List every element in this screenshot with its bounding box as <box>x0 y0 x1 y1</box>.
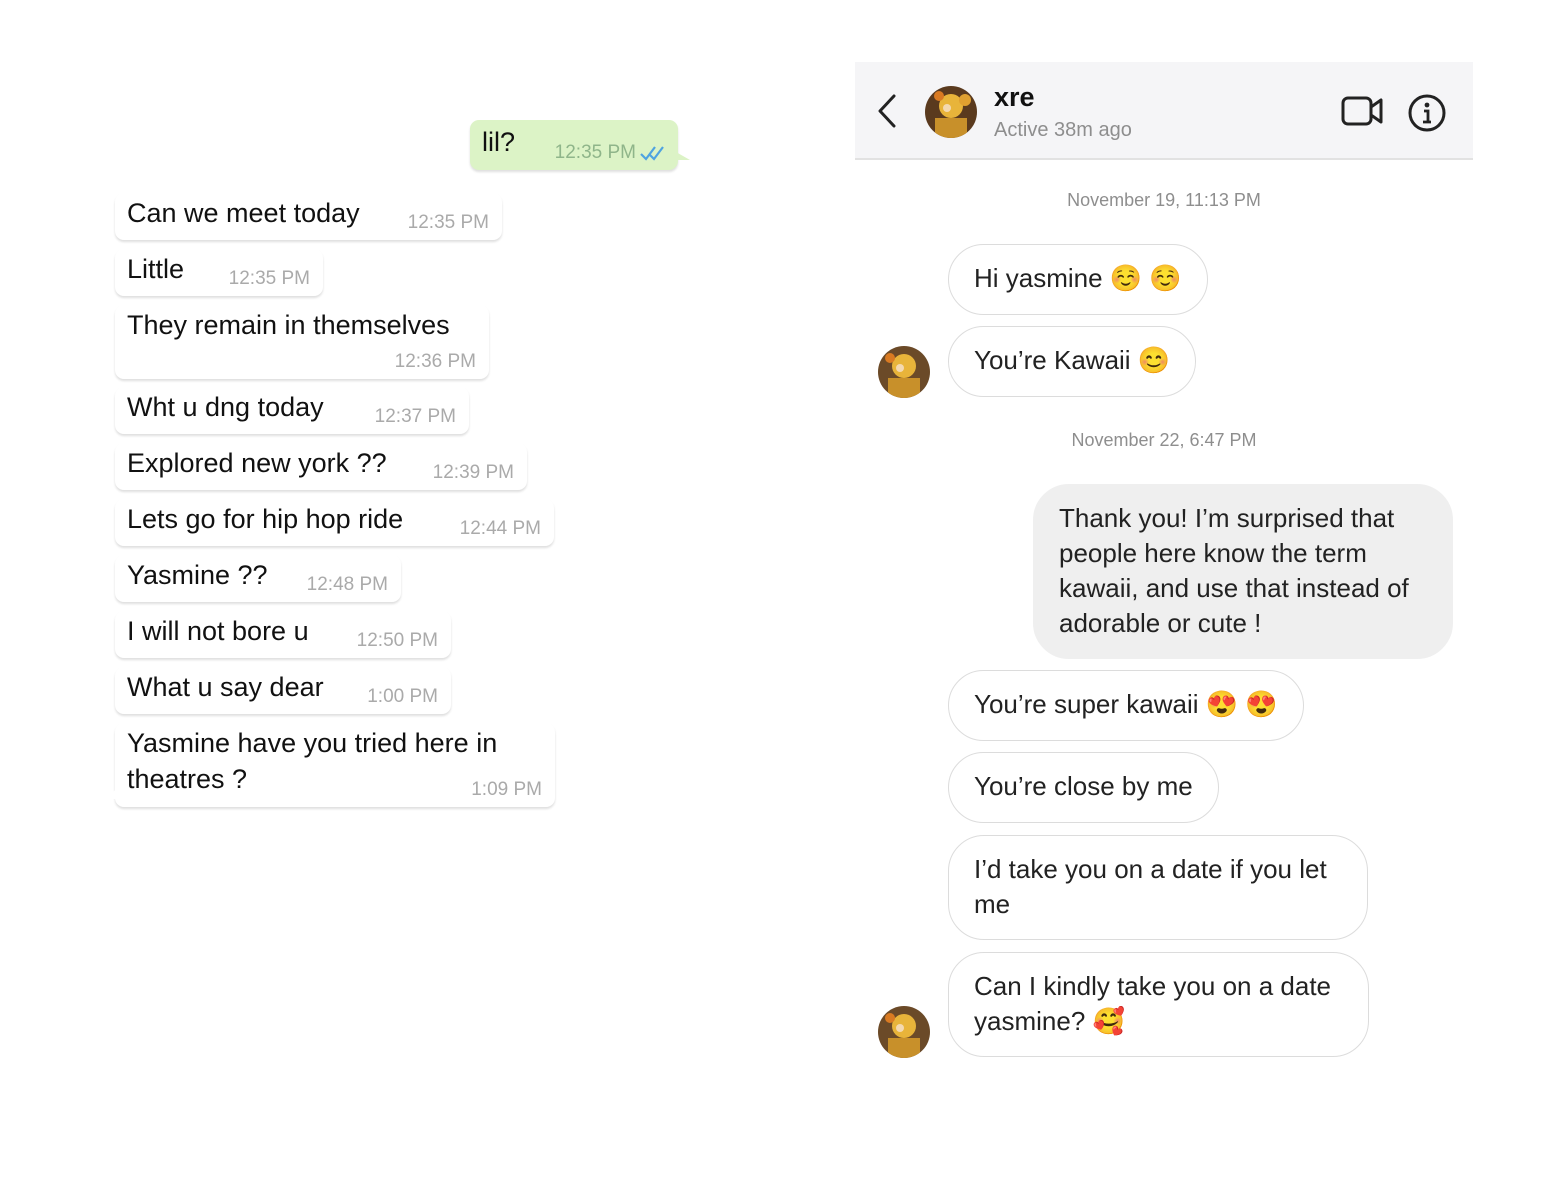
sent-message-bubble[interactable]: Thank you! I’m surprised that people her… <box>1033 484 1453 659</box>
incoming-message-bubble[interactable]: Wht u dng today 12:37 PM <box>115 387 469 434</box>
received-message-bubble[interactable]: I’d take you on a date if you let me <box>948 835 1368 940</box>
bubble-tail <box>103 789 117 799</box>
received-message-bubble[interactable]: Can I kindly take you on a date yasmine?… <box>948 952 1369 1057</box>
message-text: Yasmine have you tried here in theatres … <box>127 728 498 794</box>
date-separator: November 19, 11:13 PM <box>1067 190 1261 210</box>
incoming-message-bubble[interactable]: Can we meet today 12:35 PM <box>115 193 502 240</box>
avatar[interactable] <box>878 346 930 398</box>
message-text: Little <box>127 254 185 284</box>
message-time: 12:36 PM <box>394 351 476 372</box>
received-message-bubble[interactable]: You’re super kawaii 😍 😍 <box>948 670 1304 741</box>
message-text: What u say dear <box>127 672 324 702</box>
contact-name[interactable]: xre <box>994 82 1035 113</box>
message-time: 12:50 PM <box>356 630 438 651</box>
whatsapp-chat-panel: lil? 12:35 PM Can we meet today 12:35 PM… <box>0 0 760 1199</box>
received-message-bubble[interactable]: You’re close by me <box>948 752 1219 823</box>
message-text: Yasmine ?? <box>127 560 268 590</box>
message-time: 12:39 PM <box>432 462 514 483</box>
instagram-dm-panel: xre Active 38m ago November 19, 11:13 PM… <box>855 62 1473 1122</box>
message-text: Wht u dng today <box>127 392 324 422</box>
avatar[interactable] <box>878 1006 930 1058</box>
incoming-message-bubble[interactable]: Yasmine ?? 12:48 PM <box>115 555 401 602</box>
message-text: Can we meet today <box>127 198 360 228</box>
incoming-message-bubble[interactable]: I will not bore u 12:50 PM <box>115 611 451 658</box>
message-time: 12:44 PM <box>459 518 541 539</box>
message-time: 1:00 PM <box>367 686 438 707</box>
message-time: 1:09 PM <box>471 779 542 800</box>
video-camera-icon[interactable] <box>1341 93 1383 129</box>
received-message-bubble[interactable]: Hi yasmine ☺️ ☺️ <box>948 244 1208 315</box>
message-text: Explored new york ?? <box>127 448 387 478</box>
message-text: Lets go for hip hop ride <box>127 504 404 534</box>
message-text: lil? <box>482 127 516 157</box>
outgoing-message-bubble[interactable]: lil? 12:35 PM <box>470 120 690 170</box>
chevron-left-icon[interactable] <box>877 94 897 128</box>
date-separator: November 22, 6:47 PM <box>1071 430 1257 450</box>
active-status: Active 38m ago <box>994 119 1132 141</box>
message-time: 12:35 PM <box>407 212 489 233</box>
conversation-header: xre Active 38m ago <box>855 62 1473 160</box>
message-text: I will not bore u <box>127 616 309 646</box>
double-check-icon <box>640 146 664 161</box>
message-time: 12:35 PM <box>228 268 310 289</box>
incoming-message-bubble[interactable]: Lets go for hip hop ride 12:44 PM <box>115 499 554 546</box>
incoming-message-bubble[interactable]: They remain in themselves 12:36 PM <box>115 305 489 379</box>
incoming-message-bubble[interactable]: Yasmine have you tried here in theatres … <box>103 723 555 807</box>
message-text: They remain in themselves <box>127 310 450 340</box>
received-message-bubble[interactable]: You’re Kawaii 😊 <box>948 326 1197 397</box>
message-time: 12:35 PM <box>554 142 636 163</box>
message-time: 12:37 PM <box>374 406 456 427</box>
incoming-message-bubble[interactable]: What u say dear 1:00 PM <box>115 667 451 714</box>
incoming-message-bubble[interactable]: Little 12:35 PM <box>115 249 323 296</box>
incoming-message-bubble[interactable]: Explored new york ?? 12:39 PM <box>115 443 527 490</box>
avatar[interactable] <box>925 86 977 138</box>
info-icon[interactable] <box>1407 93 1447 133</box>
bubble-tail <box>676 152 690 160</box>
message-time: 12:48 PM <box>306 574 388 595</box>
